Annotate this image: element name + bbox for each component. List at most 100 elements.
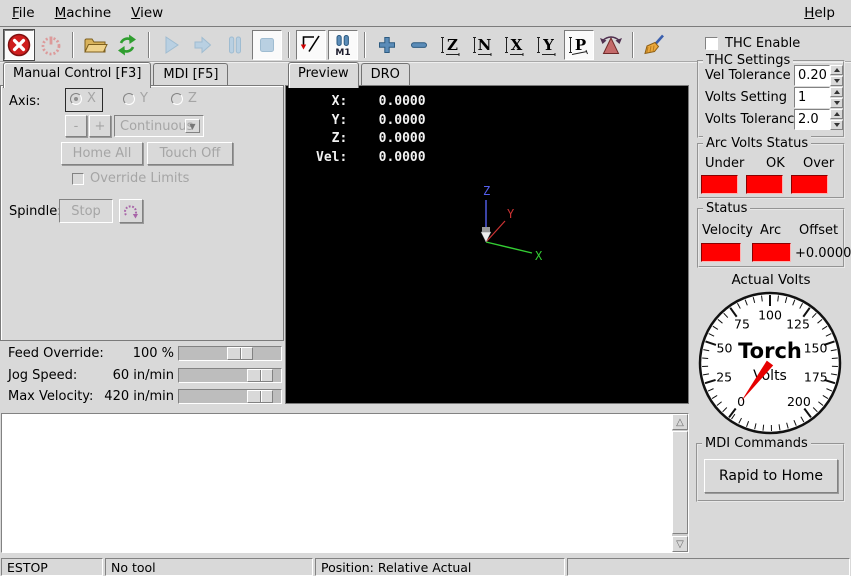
jog-speed-label: Jog Speed: bbox=[8, 368, 77, 383]
clear-plot-button[interactable] bbox=[640, 30, 670, 60]
dro-z: Z: 0.0000 bbox=[316, 131, 426, 146]
vel-tolerance-value[interactable]: 0.20 bbox=[794, 65, 830, 86]
dro-vel: Vel: 0.0000 bbox=[316, 150, 426, 165]
under-indicator bbox=[701, 175, 738, 194]
slider-handle[interactable] bbox=[247, 369, 273, 382]
jog-mode-combobox[interactable]: Continuous ▼ bbox=[114, 115, 204, 137]
view-front-y-button[interactable]: Y bbox=[532, 30, 562, 60]
axis-triad: Z Y X bbox=[426, 181, 556, 266]
triad-z-label: Z bbox=[483, 184, 490, 198]
open-file-button[interactable] bbox=[80, 30, 110, 60]
run-icon bbox=[158, 32, 184, 58]
rotate-view-icon bbox=[598, 32, 624, 58]
jog-minus-button[interactable]: - bbox=[65, 115, 87, 137]
volts-setting-value[interactable]: 1 bbox=[794, 87, 830, 108]
estop-button[interactable] bbox=[4, 30, 34, 60]
axis-radio-x[interactable]: X bbox=[65, 88, 103, 112]
optional-pause-m1-icon: M1 bbox=[330, 32, 356, 58]
override-limits-label: Override Limits bbox=[90, 171, 189, 186]
left-notebook-tabs: Manual Control [F3] MDI [F5] bbox=[3, 63, 230, 86]
view-perspective-button[interactable]: P bbox=[564, 30, 594, 60]
svg-text:125: 125 bbox=[786, 317, 810, 332]
tab-manual-control[interactable]: Manual Control [F3] bbox=[3, 62, 151, 88]
stop-button[interactable] bbox=[252, 30, 282, 60]
tab-dro[interactable]: DRO bbox=[361, 63, 410, 86]
view-front-y-icon: Y bbox=[534, 32, 560, 58]
over-indicator bbox=[791, 175, 828, 194]
menu-help[interactable]: Help bbox=[794, 2, 845, 24]
reload-button[interactable] bbox=[112, 30, 142, 60]
tab-mdi[interactable]: MDI [F5] bbox=[153, 63, 228, 86]
menu-file[interactable]: File bbox=[2, 2, 45, 24]
spin-down-button[interactable] bbox=[830, 98, 843, 108]
override-limits-checkbox[interactable]: Override Limits bbox=[72, 171, 189, 186]
step-button[interactable] bbox=[188, 30, 218, 60]
toolbar-separator bbox=[148, 32, 150, 58]
message-log-textarea[interactable]: △ ▽ bbox=[1, 413, 689, 553]
spin-up-button[interactable] bbox=[830, 65, 843, 75]
volts-setting-spinbox[interactable]: 1 bbox=[794, 87, 843, 108]
view-side-x-button[interactable]: X bbox=[500, 30, 530, 60]
pause-button[interactable] bbox=[220, 30, 250, 60]
svg-text:100: 100 bbox=[758, 308, 782, 323]
status-title: Status bbox=[703, 201, 750, 216]
max-velocity-slider[interactable] bbox=[178, 389, 282, 404]
optional-pause-m1-button[interactable]: M1 bbox=[328, 30, 358, 60]
axis-radio-z[interactable]: Z bbox=[171, 91, 197, 109]
slider-handle[interactable] bbox=[227, 347, 253, 360]
home-all-button[interactable]: Home All bbox=[61, 142, 143, 165]
feed-override-slider[interactable] bbox=[178, 346, 282, 361]
log-vertical-scrollbar[interactable]: △ ▽ bbox=[672, 414, 688, 552]
scrollbar-thumb[interactable] bbox=[672, 431, 688, 534]
run-button[interactable] bbox=[156, 30, 186, 60]
touch-off-button[interactable]: Touch Off bbox=[147, 142, 233, 165]
vel-tolerance-spinbox[interactable]: 0.20 bbox=[794, 65, 843, 86]
volts-tolerance-spinbox[interactable]: 2.0 bbox=[794, 109, 843, 130]
skip-lines-button[interactable] bbox=[296, 30, 326, 60]
spindle-stop-button[interactable]: Stop bbox=[59, 199, 113, 223]
spin-up-button[interactable] bbox=[830, 109, 843, 119]
open-folder-icon bbox=[82, 32, 108, 58]
machine-power-button[interactable] bbox=[36, 30, 66, 60]
scroll-down-arrow-icon[interactable]: ▽ bbox=[672, 536, 688, 552]
offset-value: +0.0000 bbox=[795, 246, 851, 261]
mdi-commands-group: MDI Commands Rapid to Home bbox=[696, 443, 845, 502]
vel-tolerance-label: Vel Tolerance bbox=[705, 68, 791, 83]
ok-indicator bbox=[746, 175, 783, 194]
axis-y-label: Y bbox=[140, 91, 148, 106]
max-velocity-label: Max Velocity: bbox=[8, 389, 93, 404]
preview-canvas[interactable]: X: 0.0000 Y: 0.0000 Z: 0.0000 Vel: 0.000… bbox=[285, 85, 689, 404]
spindle-brake-button[interactable] bbox=[119, 199, 143, 223]
spin-down-button[interactable] bbox=[830, 76, 843, 86]
spindle-label: Spindle: bbox=[9, 204, 62, 219]
jog-speed-slider[interactable] bbox=[178, 368, 282, 383]
menu-machine[interactable]: Machine bbox=[45, 2, 122, 24]
rapid-to-home-button[interactable]: Rapid to Home bbox=[704, 459, 838, 493]
status-group: Status Velocity Arc Offset +0.0000 bbox=[697, 208, 845, 268]
jog-mode-value: Continuous bbox=[120, 119, 193, 134]
statusbar-estop: ESTOP bbox=[1, 558, 103, 576]
step-icon bbox=[190, 32, 216, 58]
view-rotated-top-button[interactable]: N bbox=[468, 30, 498, 60]
radio-indicator bbox=[171, 93, 183, 105]
thc-enable-checkbox[interactable]: THC Enable bbox=[705, 36, 800, 51]
axis-label: Axis: bbox=[9, 94, 40, 109]
rotate-view-button[interactable] bbox=[596, 30, 626, 60]
thc-settings-group: THC Settings Vel Tolerance 0.20 Volts Se… bbox=[697, 60, 845, 138]
volts-tolerance-value[interactable]: 2.0 bbox=[794, 109, 830, 130]
spin-up-button[interactable] bbox=[830, 87, 843, 97]
jog-plus-button[interactable]: + bbox=[89, 115, 111, 137]
dro-x: X: 0.0000 bbox=[316, 94, 426, 109]
view-top-z-button[interactable]: Z bbox=[436, 30, 466, 60]
axis-radio-y[interactable]: Y bbox=[123, 91, 148, 109]
spin-down-button[interactable] bbox=[830, 120, 843, 130]
radio-indicator bbox=[70, 93, 82, 105]
scroll-up-arrow-icon[interactable]: △ bbox=[672, 414, 688, 430]
menu-view[interactable]: View bbox=[121, 2, 173, 24]
jog-speed-row: Jog Speed: 60 in/min bbox=[0, 367, 284, 384]
zoom-out-button[interactable] bbox=[404, 30, 434, 60]
zoom-in-icon bbox=[374, 32, 400, 58]
slider-handle[interactable] bbox=[247, 390, 273, 403]
tab-preview[interactable]: Preview bbox=[288, 62, 359, 88]
zoom-in-button[interactable] bbox=[372, 30, 402, 60]
